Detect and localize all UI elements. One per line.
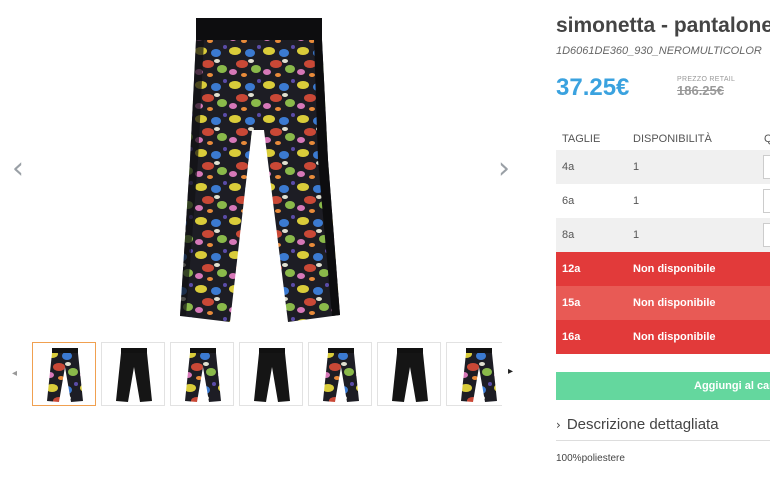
add-to-cart-label: Aggiungi al carr xyxy=(694,380,770,392)
size-label: 4a xyxy=(562,161,575,173)
chevron-right-icon: › xyxy=(556,418,561,432)
size-row: 6a 1 xyxy=(556,184,770,218)
sizes-table: TAGLIE DISPONIBILITÀ Q 4a 1 6a 1 8a 1 12… xyxy=(556,130,770,354)
sizes-table-header: TAGLIE DISPONIBILITÀ Q xyxy=(556,130,770,150)
description-text: 100%poliestere xyxy=(556,453,625,464)
thumbnail-7[interactable] xyxy=(446,342,502,406)
product-main-image xyxy=(160,10,360,330)
thumbnail-2[interactable] xyxy=(101,342,165,406)
detailed-description-heading: Descrizione dettagliata xyxy=(566,416,719,433)
product-sku: 1D6061DE360_930_NEROMULTICOLOR xyxy=(556,45,762,57)
product-price: 37.25€ xyxy=(556,74,630,101)
size-row-unavailable: 16a Non disponibile xyxy=(556,320,770,354)
size-row-unavailable: 12a Non disponibile xyxy=(556,252,770,286)
header-size: TAGLIE xyxy=(562,133,601,145)
availability-value: 1 xyxy=(633,161,640,173)
thumbnails-prev-arrow-icon[interactable]: ◂ xyxy=(12,368,17,379)
gallery-prev-arrow-icon[interactable]: ‹ xyxy=(12,154,24,184)
size-row-unavailable: 15a Non disponibile xyxy=(556,286,770,320)
product-info: simonetta - pantalone 1D6061DE360_930_NE… xyxy=(556,14,770,57)
header-availability: DISPONIBILITÀ xyxy=(633,133,712,145)
gallery-next-arrow-icon[interactable]: › xyxy=(498,154,510,184)
thumbnail-3[interactable] xyxy=(170,342,234,406)
quantity-input[interactable] xyxy=(763,189,770,213)
thumbnail-4[interactable] xyxy=(239,342,303,406)
detailed-description-toggle[interactable]: › Descrizione dettagliata xyxy=(556,416,770,441)
availability-value: 1 xyxy=(633,195,640,207)
availability-value: Non disponibile xyxy=(633,263,716,275)
size-label: 8a xyxy=(562,229,575,241)
product-title: simonetta - pantalone xyxy=(556,14,770,37)
thumbnail-5[interactable] xyxy=(308,342,372,406)
size-label: 6a xyxy=(562,195,575,207)
add-to-cart-button[interactable]: Aggiungi al carr xyxy=(556,372,770,400)
thumbnails-next-arrow-icon[interactable]: ▸ xyxy=(508,366,513,377)
thumbnail-strip xyxy=(32,342,502,408)
thumbnail-6[interactable] xyxy=(377,342,441,406)
availability-value: 1 xyxy=(633,229,640,241)
header-qty: Q xyxy=(764,133,770,145)
quantity-input[interactable] xyxy=(763,155,770,179)
size-row: 4a 1 xyxy=(556,150,770,184)
availability-value: Non disponibile xyxy=(633,297,716,309)
availability-value: Non disponibile xyxy=(633,331,716,343)
size-row: 8a 1 xyxy=(556,218,770,252)
retail-price-label: PREZZO RETAIL xyxy=(677,76,736,83)
quantity-input[interactable] xyxy=(763,223,770,247)
size-label: 15a xyxy=(562,297,581,309)
retail-price: 186.25€ xyxy=(677,83,724,98)
size-label: 16a xyxy=(562,331,581,343)
thumbnail-1[interactable] xyxy=(32,342,96,406)
size-label: 12a xyxy=(562,263,581,275)
